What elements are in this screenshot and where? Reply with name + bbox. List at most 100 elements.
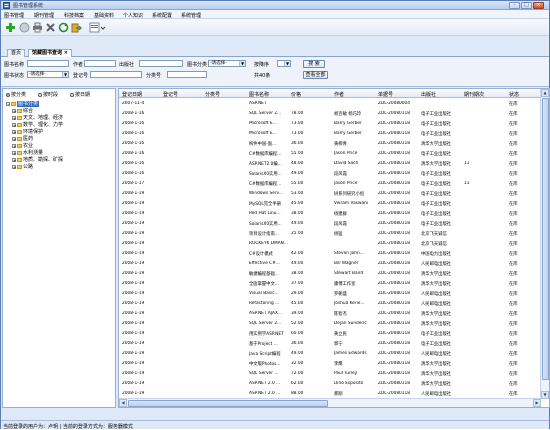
tree-item[interactable]: + 水利测量: [12, 149, 43, 156]
tree-item[interactable]: + 农业: [12, 142, 33, 149]
collapse-icon[interactable]: −: [6, 101, 10, 106]
expand-icon[interactable]: +: [12, 115, 16, 120]
tab-home[interactable]: 首页: [7, 49, 26, 57]
tree-item[interactable]: + 公路: [12, 163, 33, 170]
tree-item[interactable]: + 数学、理化、力学: [12, 121, 63, 128]
expand-icon[interactable]: +: [12, 136, 16, 141]
col-reg-date[interactable]: 登记日期: [122, 91, 142, 98]
table-row[interactable]: 2008-1-19 SQL Server ... 72.00 Paul Turley Z…: [119, 370, 541, 378]
refresh-icon[interactable]: [58, 22, 69, 33]
table-row[interactable]: 2008-1-16 SolarisX0实用... 49.00 段风霞 ZDL-20080…: [119, 170, 541, 178]
radio-by-date[interactable]: 按日期: [70, 91, 90, 98]
close-button[interactable]: ×: [533, 2, 544, 9]
call-no-input[interactable]: [167, 71, 207, 78]
publisher-input[interactable]: [139, 60, 183, 67]
tree-item[interactable]: + 地质、勘探、矿探: [12, 156, 63, 163]
table-row[interactable]: 2008-1-16 构件中国-面... 36.00 黄柳青 ZDL-20080118 清华…: [119, 140, 541, 148]
table-row[interactable]: 2008-1-19 Java Script编程 49.00 James Edwards…: [119, 350, 541, 358]
expand-icon[interactable]: +: [12, 143, 16, 148]
table-row[interactable]: 2008-1-19 项目设计指南... 25.00 杨猛 ZDL-20080118 北京飞…: [119, 230, 541, 238]
exit-icon[interactable]: [71, 22, 82, 33]
table-row[interactable]: 2008-1-16 C#数据库编程... 55.00 Jason Price ZDL-2…: [119, 150, 541, 158]
table-row[interactable]: 2008-1-19 基于Project ... 36.00 郭宁 ZDL-2008011…: [119, 340, 541, 348]
category-select[interactable]: -请选择- ▼: [208, 60, 246, 67]
table-row[interactable]: 2008-1-19 Visual Basic... 29.00 罗朝盛 ZDL-2008…: [119, 290, 541, 298]
col-book-name[interactable]: 图书名称: [249, 91, 269, 98]
chevron-down-icon[interactable]: [100, 22, 106, 33]
expand-icon[interactable]: +: [12, 157, 16, 162]
col-receipt-no[interactable]: 单据号: [378, 91, 393, 98]
table-row[interactable]: 2008-1-16 Microsoft E... 73.00 Barry Gerber…: [119, 130, 541, 138]
expand-icon[interactable]: +: [12, 129, 16, 134]
author-input[interactable]: [84, 60, 116, 67]
radio-by-category[interactable]: 按分类: [6, 91, 26, 98]
add-icon[interactable]: [5, 22, 16, 33]
table-row[interactable]: 2008-1-17 C#数据库编程... 55.00 Jason Price ZDL-2…: [119, 180, 541, 188]
table-row[interactable]: 2008-1-19 用实例学ASP.NET 60.00 黄立民 ZDL-20080118…: [119, 330, 541, 338]
expand-icon[interactable]: +: [12, 150, 16, 155]
menu-item-system-management[interactable]: 系统管理: [181, 12, 201, 19]
table-row[interactable]: 2008-1-16 ASP.NET2.0编... 48.00 David Sach ZD…: [119, 160, 541, 168]
menu-item-periodical[interactable]: 期刊管理: [34, 12, 54, 19]
col-author[interactable]: 作者: [334, 91, 344, 98]
col-status[interactable]: 状态: [509, 91, 519, 98]
col-issue[interactable]: 期刊期次: [464, 91, 484, 98]
col-call-no[interactable]: 分类号: [205, 91, 220, 98]
scroll-thumb[interactable]: [128, 400, 328, 407]
table-row[interactable]: 2008-1-19 全面掌握中文... 37.00 康博工作室 ZDL-20080118…: [119, 280, 541, 288]
table-row[interactable]: 2008-1-19 ASP.NET AJAX... 39.00 陈智杰 ZDL-2008…: [119, 310, 541, 318]
book-name-input[interactable]: [27, 60, 69, 67]
table-row[interactable]: 2007-11-4 ASP.NET ZDL-20080004 在库: [119, 100, 541, 108]
menu-item-basic-data[interactable]: 基础资料: [94, 12, 114, 19]
scroll-down-button[interactable]: ▼: [541, 391, 549, 399]
scroll-up-button[interactable]: ▲: [541, 89, 549, 97]
menu-item-book-management[interactable]: 图书管理: [4, 12, 24, 19]
table-row[interactable]: 2008-1-19 中文版Photos... 32.00 李鹰 ZDL-20080118…: [119, 360, 541, 368]
table-row[interactable]: 2008-1-19 SQL Server 2... 52.00 Dejan Sunde…: [119, 320, 541, 328]
view-icon[interactable]: [89, 22, 100, 33]
status-select[interactable]: -请选择- ▼: [27, 71, 69, 78]
table-row[interactable]: 2008-1-19 ASP.NET 2.0 ... 88.00 郝刚 ZDL-20080…: [119, 390, 541, 398]
table-row[interactable]: 2008-1-19 Red Hat Linu... 38.00 杨建群 ZDL-2008…: [119, 210, 541, 218]
tab-book-search[interactable]: 馆藏图书查询 ×: [28, 49, 72, 57]
reg-no-input[interactable]: [90, 71, 142, 78]
table-row[interactable]: 2008-1-16 Microsoft E... 73.00 Barry Gerber…: [119, 120, 541, 128]
tree-item[interactable]: + 医药: [12, 135, 33, 142]
expand-icon[interactable]: +: [12, 122, 16, 127]
tree-item[interactable]: + 综合: [12, 107, 33, 114]
tree-root-category[interactable]: − 图书分类: [6, 100, 40, 107]
menu-item-system-config[interactable]: 系统配置: [152, 12, 172, 19]
tree-item[interactable]: + 环境保护: [12, 128, 43, 135]
scroll-thumb[interactable]: [542, 98, 549, 380]
delete-icon[interactable]: [45, 22, 56, 33]
minimize-button[interactable]: –: [509, 2, 520, 9]
table-row[interactable]: 2008-1-19 ASP.NET 2.0 ... 62.00 Dino Esposi…: [119, 380, 541, 388]
edit-icon[interactable]: [19, 22, 30, 33]
tree-item[interactable]: + 天文、地理、经济: [12, 114, 63, 121]
table-row[interactable]: 2008-1-19 Windows Serv... 53.00 树系列研究小组 ZDL-…: [119, 190, 541, 198]
table-row[interactable]: 2008-1-19 SolarisX0实用... 49.00 段风霞 ZDL-20080…: [119, 220, 541, 228]
col-reg-no[interactable]: 登记号: [163, 91, 178, 98]
expand-icon[interactable]: +: [12, 164, 16, 169]
sort-select[interactable]: ▼: [277, 60, 291, 67]
print-icon[interactable]: [32, 22, 43, 33]
scroll-left-button[interactable]: ◀: [119, 399, 127, 407]
tab-close-icon[interactable]: ×: [64, 50, 68, 56]
radio-by-period[interactable]: 按时段: [38, 91, 58, 98]
table-row[interactable]: 2008-1-19 Refactoring ... 45.00 Joshua Keri…: [119, 300, 541, 308]
table-row[interactable]: 2008-1-16 SQL Server 2... 78.00 胡百敏 杨巧玲 ZDL-…: [119, 110, 541, 118]
col-price[interactable]: 价格: [291, 91, 301, 98]
col-publisher[interactable]: 出版社: [421, 91, 436, 98]
show-all-button[interactable]: 查看全部: [303, 71, 328, 79]
table-row[interactable]: 2008-1-19 C#设计模式 42.00 Steven John... ZDL-20…: [119, 250, 541, 258]
menu-item-personal-knowledge[interactable]: 个人知识: [123, 12, 143, 19]
expand-icon[interactable]: +: [12, 108, 16, 113]
maximize-button[interactable]: □: [521, 2, 532, 9]
horizontal-scrollbar[interactable]: ◀ ▶: [119, 398, 541, 407]
table-row[interactable]: 2008-1-19 ROCKEYK DMAN... ZDL-20080118 北京飞天…: [119, 240, 541, 248]
menu-item-archives[interactable]: 科技档案: [64, 12, 84, 19]
vertical-scrollbar[interactable]: ▲ ▼: [540, 89, 549, 399]
scroll-right-button[interactable]: ▶: [533, 399, 541, 407]
search-button[interactable]: 搜 索: [303, 60, 325, 68]
table-row[interactable]: 2008-1-19 敏捷编程基础... 38.00 Stewart Baird ZDL-…: [119, 270, 541, 278]
